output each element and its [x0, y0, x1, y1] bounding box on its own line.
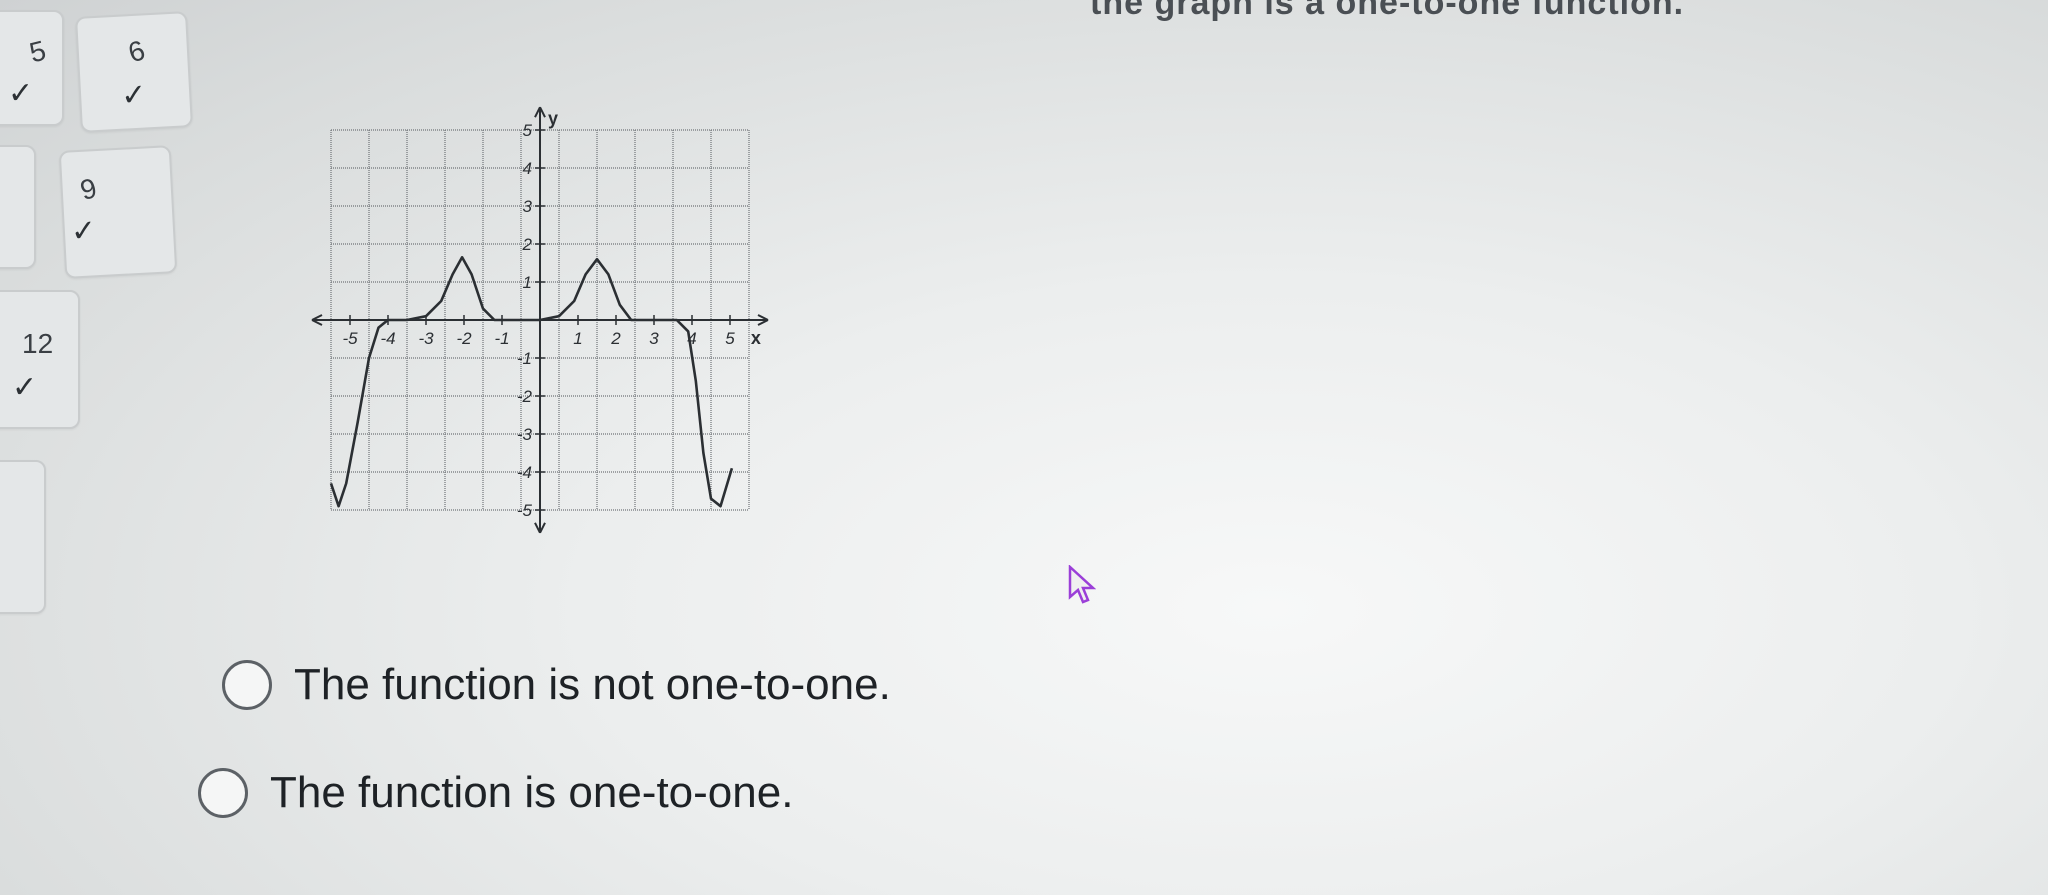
x-tick-label: -2	[456, 329, 472, 348]
graph-svg: -5 -4 -3 -2 -1 1 2 3 4 554321-1-2-3-4-5xy	[311, 106, 769, 534]
radio-button[interactable]	[198, 768, 248, 818]
x-tick-label: -5	[342, 329, 358, 348]
y-tick-label: 2	[522, 235, 533, 254]
answer-option-label: The function is one-to-one.	[270, 768, 794, 817]
question-nav-item-15[interactable]	[0, 460, 46, 614]
x-tick-label: -4	[380, 329, 395, 348]
answer-option-one-to-one[interactable]: The function is one-to-one.	[198, 768, 793, 818]
function-graph: -5 -4 -3 -2 -1 1 2 3 4 5 5 4 3 2 1 -1 -2 -3 -4 -5 x y	[260, 95, 840, 575]
question-nav-item-6[interactable]: 6 ✓	[75, 11, 193, 133]
y-tick-label: 4	[523, 159, 532, 178]
y-tick-label: -1	[517, 349, 532, 368]
question-nav-number: 12	[22, 328, 54, 359]
y-axis-label: y	[548, 108, 558, 128]
x-tick-label: -3	[418, 329, 434, 348]
y-tick-label: 3	[523, 197, 533, 216]
x-axis-label: x	[751, 328, 761, 348]
question-nav-number: 6	[124, 34, 149, 69]
checkmark-icon: ✓	[12, 371, 38, 404]
question-nav-number: 5	[26, 34, 49, 69]
y-tick-label: 1	[523, 273, 532, 292]
radio-button[interactable]	[222, 660, 272, 710]
x-tick-label: 1	[573, 329, 582, 348]
x-tick-label: 5	[725, 329, 735, 348]
question-nav-number: 9	[76, 172, 100, 207]
mouse-cursor-icon	[1068, 565, 1096, 604]
x-tick-label: 3	[649, 329, 659, 348]
answer-option-label: The function is not one-to-one.	[294, 660, 891, 709]
question-nav-item-12[interactable]: 12 ✓	[0, 290, 80, 429]
y-tick-label: -5	[517, 501, 533, 520]
y-tick-label: -4	[517, 463, 532, 482]
question-nav-item-9[interactable]: 9 ✓	[58, 145, 178, 279]
y-tick-label: 5	[523, 121, 533, 140]
question-nav-item-8[interactable]	[0, 145, 36, 269]
question-nav-item-5[interactable]: 5 ✓	[0, 10, 64, 126]
y-tick-label: -2	[517, 387, 533, 406]
x-tick-label: -1	[494, 329, 509, 348]
checkmark-icon: ✓	[8, 77, 34, 110]
checkmark-icon: ✓	[120, 78, 148, 113]
y-tick-label: -3	[517, 425, 533, 444]
checkmark-icon: ✓	[70, 214, 97, 249]
question-prompt: the graph is a one-to-one function.	[1090, 0, 1685, 22]
answer-option-not-one-to-one[interactable]: The function is not one-to-one.	[222, 660, 891, 710]
x-tick-label: 2	[610, 329, 621, 348]
